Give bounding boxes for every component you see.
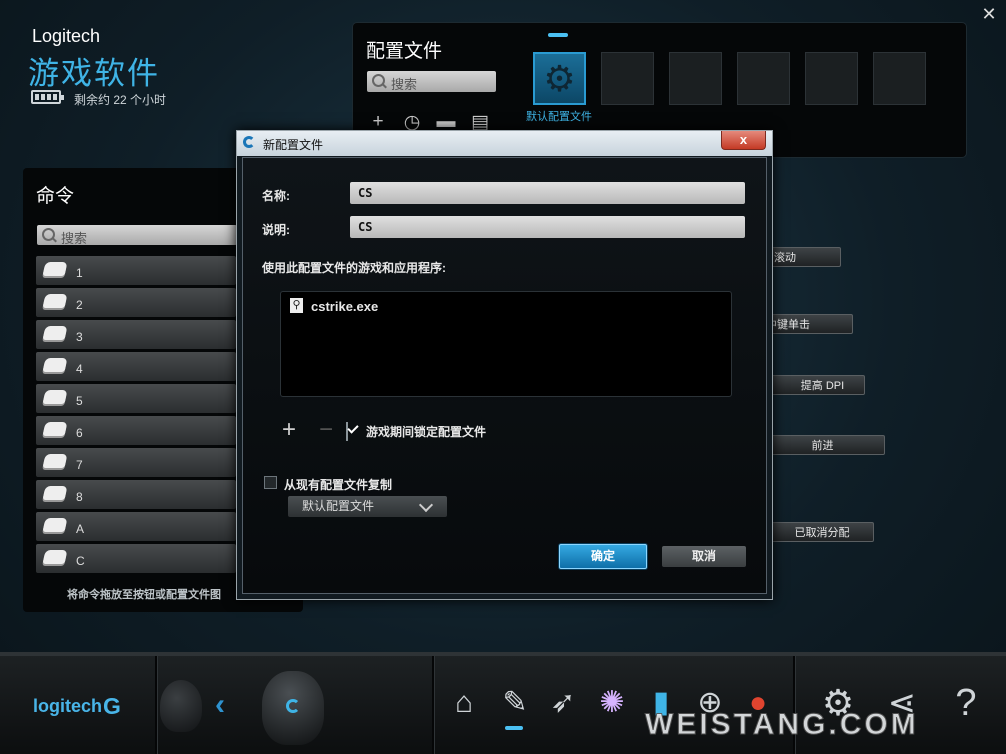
search-icon bbox=[372, 74, 385, 87]
profile-slot-empty[interactable] bbox=[737, 52, 790, 105]
logitech-g-icon bbox=[243, 136, 255, 148]
command-item[interactable]: 2 bbox=[36, 288, 236, 317]
assignment-forward[interactable]: 前进 bbox=[760, 435, 885, 455]
profile-slots: ⚙ bbox=[533, 33, 926, 105]
copy-from-value: 默认配置文件 bbox=[302, 499, 375, 513]
profile-search-input[interactable]: 搜索 bbox=[367, 71, 496, 92]
app-title: 游戏软件 bbox=[28, 56, 160, 91]
current-mouse-icon[interactable] bbox=[262, 671, 324, 745]
command-label: 5 bbox=[76, 394, 83, 408]
lock-profile-checkbox[interactable] bbox=[346, 422, 348, 441]
description-label: 说明: bbox=[262, 223, 290, 237]
command-item[interactable]: 1 bbox=[36, 256, 236, 285]
cancel-button[interactable]: 取消 bbox=[662, 546, 746, 567]
command-item[interactable]: 5 bbox=[36, 384, 236, 413]
games-label: 使用此配置文件的游戏和应用程序: bbox=[262, 261, 446, 275]
dialog-titlebar[interactable]: 新配置文件 x bbox=[237, 131, 772, 156]
key-icon bbox=[42, 518, 68, 532]
key-icon bbox=[42, 294, 68, 308]
home-icon[interactable]: ⌂ bbox=[446, 684, 482, 722]
key-icon bbox=[42, 422, 68, 436]
command-item[interactable]: 7 bbox=[36, 448, 236, 477]
command-label: 7 bbox=[76, 458, 83, 472]
command-label: A bbox=[76, 522, 85, 536]
profile-slot-empty[interactable] bbox=[601, 52, 654, 105]
copy-profile-label: 从现有配置文件复制 bbox=[284, 478, 393, 492]
command-label: C bbox=[76, 554, 85, 568]
key-icon bbox=[42, 486, 68, 500]
command-item[interactable]: 8 bbox=[36, 480, 236, 509]
command-list[interactable]: 1 2 3 4 5 6 7 8 A C bbox=[36, 256, 236, 578]
dialog-close-button[interactable]: x bbox=[721, 131, 766, 150]
profile-slot-empty[interactable] bbox=[669, 52, 722, 105]
dialog-body: 名称: CS 说明: CS 使用此配置文件的游戏和应用程序: ⚲ cstrike… bbox=[242, 157, 767, 594]
add-game-button[interactable]: + bbox=[282, 416, 296, 444]
default-profile-label: 默认配置文件 bbox=[526, 111, 592, 123]
help-icon[interactable]: ? bbox=[948, 684, 984, 722]
previous-device-icon[interactable] bbox=[160, 680, 202, 732]
copy-profile-checkbox[interactable] bbox=[264, 476, 277, 489]
command-item[interactable]: 3 bbox=[36, 320, 236, 349]
command-item[interactable]: A bbox=[36, 512, 236, 541]
command-item[interactable]: C bbox=[36, 544, 236, 573]
search-icon bbox=[42, 228, 55, 241]
mouse-buttons-icon[interactable]: ✎ bbox=[497, 684, 533, 722]
profile-slot-empty[interactable] bbox=[805, 52, 858, 105]
brand-name: Logitech bbox=[32, 26, 101, 46]
command-label: 2 bbox=[76, 298, 83, 312]
divider bbox=[432, 656, 435, 754]
lighting-icon[interactable]: ✺ bbox=[594, 684, 630, 722]
pointer-settings-icon[interactable]: ➶ bbox=[545, 684, 581, 722]
profile-description-field[interactable]: CS bbox=[350, 216, 745, 238]
key-icon bbox=[42, 454, 68, 468]
new-profile-dialog: 新配置文件 x 名称: CS 说明: CS 使用此配置文件的游戏和应用程序: ⚲… bbox=[236, 130, 773, 600]
key-icon bbox=[42, 390, 68, 404]
command-item[interactable]: 4 bbox=[36, 352, 236, 381]
assignment-middle-click[interactable]: 中键单击 bbox=[760, 314, 853, 334]
key-icon bbox=[42, 326, 68, 340]
profile-search-placeholder: 搜索 bbox=[391, 77, 418, 92]
logitech-g-logo: G bbox=[103, 693, 121, 719]
command-search-input[interactable]: 搜索 bbox=[37, 225, 237, 246]
command-item[interactable]: 6 bbox=[36, 416, 236, 445]
command-label: 6 bbox=[76, 426, 83, 440]
profile-slot-empty[interactable] bbox=[873, 52, 926, 105]
command-search-placeholder: 搜索 bbox=[61, 231, 88, 246]
command-label: 1 bbox=[76, 266, 83, 280]
battery-status: 剩余约 22 个小时 bbox=[74, 93, 167, 107]
lock-profile-label: 游戏期间锁定配置文件 bbox=[366, 425, 487, 439]
assignment-dpi-up[interactable]: 提高 DPI bbox=[760, 375, 865, 395]
gear-icon: ⚙ bbox=[543, 58, 576, 99]
command-label: 3 bbox=[76, 330, 83, 344]
commands-title: 命令 bbox=[36, 186, 75, 207]
key-icon bbox=[42, 358, 68, 372]
bottom-bar: logitech G ‹ ⌂ ✎ ➶ ✺ ▮ ⊕ ● ⚙ ⋖ ? WEISTAN… bbox=[0, 652, 1006, 754]
dialog-title: 新配置文件 bbox=[263, 138, 324, 152]
profile-name-field[interactable]: CS bbox=[350, 182, 745, 204]
command-label: 4 bbox=[76, 362, 83, 376]
divider bbox=[155, 656, 158, 754]
assignment-unassigned[interactable]: 已取消分配 bbox=[760, 522, 874, 542]
battery-icon bbox=[31, 90, 64, 104]
logitech-logo: logitech bbox=[33, 696, 103, 716]
ok-button[interactable]: 确定 bbox=[559, 544, 647, 569]
commands-hint: 将命令拖放至按钮或配置文件图 bbox=[67, 589, 221, 601]
default-profile-slot[interactable]: ⚙ bbox=[533, 33, 586, 105]
command-label: 8 bbox=[76, 490, 83, 504]
window-close-button[interactable]: ✕ bbox=[978, 4, 1000, 24]
active-tab-indicator bbox=[505, 726, 523, 730]
name-label: 名称: bbox=[262, 189, 290, 203]
game-list-item[interactable]: cstrike.exe bbox=[311, 299, 378, 314]
back-arrow-icon[interactable]: ‹ bbox=[215, 688, 225, 722]
game-exe-icon: ⚲ bbox=[290, 298, 303, 313]
copy-from-dropdown[interactable]: 默认配置文件 bbox=[288, 496, 447, 517]
key-icon bbox=[42, 262, 68, 276]
profiles-title: 配置文件 bbox=[366, 41, 443, 62]
key-icon bbox=[42, 550, 68, 564]
chevron-down-icon bbox=[418, 497, 434, 513]
games-list[interactable]: ⚲ cstrike.exe bbox=[280, 291, 732, 397]
watermark: WEISTANG.COM bbox=[645, 708, 919, 742]
remove-game-button[interactable]: − bbox=[319, 416, 333, 444]
